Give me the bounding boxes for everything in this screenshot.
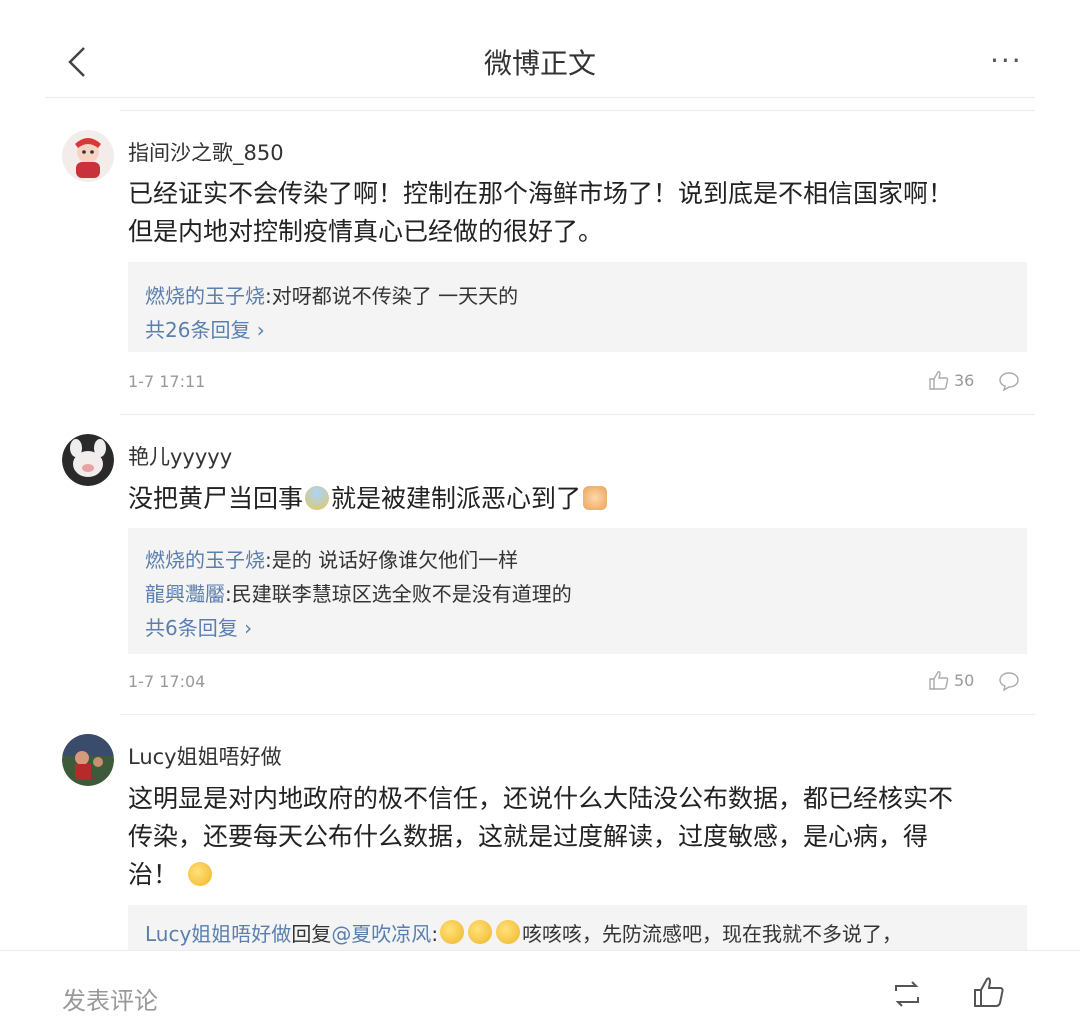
comment-text-part: 就是被建制派恶心到了 bbox=[331, 484, 582, 513]
username[interactable]: 艳儿yyyyy bbox=[128, 441, 232, 471]
emoji-icon bbox=[305, 486, 330, 510]
reply-line: 燃烧的玉子烧:是的 说话好像谁欠他们一样 bbox=[145, 544, 518, 573]
comment-text-line: 治！ bbox=[128, 856, 1008, 894]
more-replies-link[interactable]: 共6条回复 › bbox=[145, 612, 252, 641]
top-nav-bar: 微博正文 ··· bbox=[0, 0, 1080, 100]
thumbs-up-icon bbox=[929, 671, 949, 690]
reply-text: 咳咳咳，先防流感吧，现在我就不多说了， bbox=[522, 922, 903, 946]
reply-username[interactable]: 燃烧的玉子烧 bbox=[145, 548, 265, 572]
emoji-icon bbox=[496, 920, 521, 944]
like-button[interactable]: 50 bbox=[928, 670, 974, 690]
comment-text-line: 已经证实不会传染了啊！控制在那个海鲜市场了！说到底是不相信国家啊！ bbox=[128, 179, 954, 208]
more-icon[interactable]: ··· bbox=[990, 44, 1023, 77]
username[interactable]: Lucy姐姐唔好做 bbox=[128, 741, 282, 771]
thumbs-up-icon bbox=[929, 371, 949, 390]
reply-username[interactable]: 龍興灩靨 bbox=[145, 582, 225, 606]
like-button[interactable]: 36 bbox=[928, 370, 974, 390]
comment-bubble-icon[interactable] bbox=[998, 371, 1020, 391]
reply-preview-box[interactable]: Lucy姐姐唔好做回复@夏吹凉风: 咳咳咳，先防流感吧，现在我就不多说了， bbox=[128, 905, 1027, 950]
like-count: 50 bbox=[954, 670, 975, 690]
reply-text: : bbox=[431, 922, 439, 946]
reply-line: 龍興灩靨:民建联李慧琼区选全败不是没有道理的 bbox=[145, 578, 572, 607]
repost-icon[interactable] bbox=[890, 979, 924, 1009]
reply-text: :对呀都说不传染了 一天天的 bbox=[265, 284, 519, 308]
bottom-action-bar: 发表评论 bbox=[0, 950, 1080, 1036]
reply-text: :民建联李慧琼区选全败不是没有道理的 bbox=[225, 582, 572, 606]
reply-preview-box[interactable]: 燃烧的玉子烧:对呀都说不传染了 一天天的 共26条回复 › bbox=[128, 262, 1027, 352]
comment-text-line: 这明显是对内地政府的极不信任，还说什么大陆没公布数据，都已经核实不 bbox=[128, 784, 954, 813]
divider bbox=[120, 714, 1035, 715]
comment-input[interactable]: 发表评论 bbox=[62, 981, 158, 1016]
reply-line: 燃烧的玉子烧:对呀都说不传染了 一天天的 bbox=[145, 280, 518, 309]
more-replies-link[interactable]: 共26条回复 › bbox=[145, 314, 265, 343]
page-title: 微博正文 bbox=[483, 47, 596, 80]
divider bbox=[120, 414, 1035, 415]
comment-text: 没把黄尸当回事 就是被建制派恶心到了 bbox=[128, 480, 1008, 518]
comment-text-line: 传染，还要每天公布什么数据，这就是过度解读，过度敏感，是心病，得 bbox=[128, 822, 929, 851]
reply-line: Lucy姐姐唔好做回复@夏吹凉风: 咳咳咳，先防流感吧，现在我就不多说了， bbox=[145, 918, 902, 947]
comment-text-line: 但是内地对控制疫情真心已经做的很好了。 bbox=[128, 217, 604, 246]
divider bbox=[120, 110, 1035, 111]
comment-text: 这明显是对内地政府的极不信任，还说什么大陆没公布数据，都已经核实不 传染，还要每… bbox=[128, 780, 1008, 894]
cat-emoji-icon bbox=[583, 486, 608, 510]
avatar[interactable] bbox=[62, 130, 114, 182]
comment-bubble-icon[interactable] bbox=[998, 671, 1020, 691]
emoji-icon bbox=[440, 920, 465, 944]
avatar[interactable] bbox=[62, 734, 114, 786]
emoji-icon bbox=[187, 862, 212, 886]
thumbs-up-icon[interactable] bbox=[972, 975, 1006, 1009]
divider bbox=[45, 97, 1035, 98]
reply-username[interactable]: 燃烧的玉子烧 bbox=[145, 284, 265, 308]
username[interactable]: 指间沙之歌_850 bbox=[128, 137, 284, 167]
emoji-icon bbox=[468, 920, 493, 944]
comment-text-part: 没把黄尸当回事 bbox=[128, 484, 304, 513]
reply-text: :是的 说话好像谁欠他们一样 bbox=[265, 548, 519, 572]
reply-preview-box[interactable]: 燃烧的玉子烧:是的 说话好像谁欠他们一样 龍興灩靨:民建联李慧琼区选全败不是没有… bbox=[128, 528, 1027, 654]
like-count: 36 bbox=[954, 370, 975, 390]
comment-time: 1-7 17:11 bbox=[128, 372, 206, 391]
comment-time: 1-7 17:04 bbox=[128, 672, 206, 691]
comment-text-part: 治！ bbox=[128, 860, 179, 889]
avatar[interactable] bbox=[62, 434, 114, 486]
mention-link[interactable]: @夏吹凉风 bbox=[331, 922, 431, 946]
reply-text: 回复 bbox=[291, 922, 332, 946]
comment-text: 已经证实不会传染了啊！控制在那个海鲜市场了！说到底是不相信国家啊！ 但是内地对控… bbox=[128, 175, 1008, 251]
reply-username[interactable]: Lucy姐姐唔好做 bbox=[145, 922, 291, 946]
